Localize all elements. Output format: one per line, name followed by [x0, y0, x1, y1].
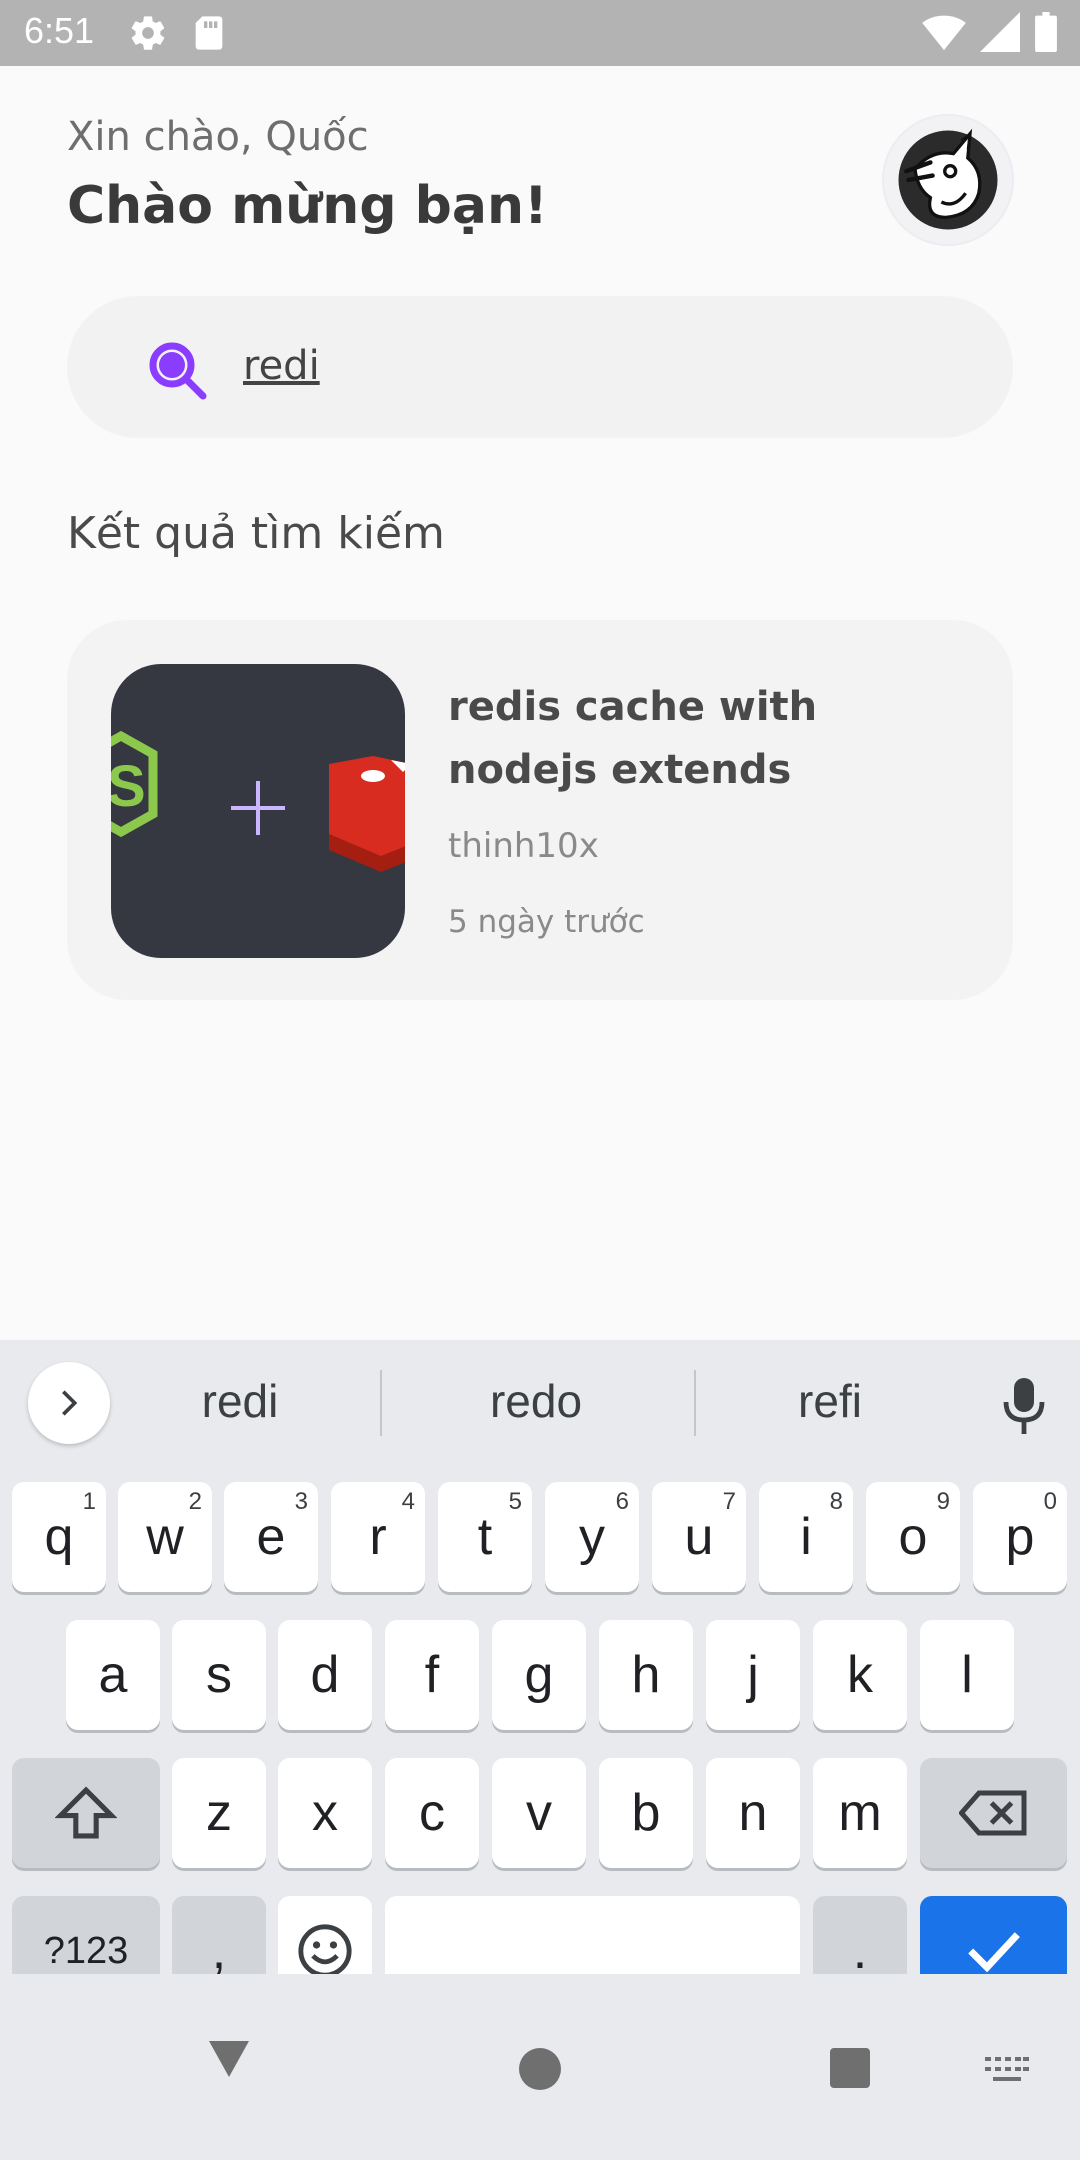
key-t[interactable]: t5 — [438, 1482, 532, 1592]
unicorn-avatar-icon — [898, 128, 998, 230]
microphone-icon[interactable] — [1000, 1376, 1048, 1440]
key-b[interactable]: b — [599, 1758, 693, 1868]
key-hint: 3 — [294, 1488, 308, 1515]
key-r[interactable]: r4 — [331, 1482, 425, 1592]
home-icon[interactable] — [519, 2048, 561, 2090]
battery-icon — [1034, 12, 1058, 56]
key-u[interactable]: u7 — [652, 1482, 746, 1592]
key-label: y — [579, 1508, 605, 1566]
key-hint: 8 — [829, 1488, 843, 1515]
key-n[interactable]: n — [706, 1758, 800, 1868]
recents-icon[interactable] — [830, 2048, 870, 2088]
avatar[interactable] — [882, 114, 1014, 246]
sd-card-icon — [192, 13, 226, 57]
suggestion-bar: redi redo refi — [0, 1340, 1080, 1470]
navigation-bar — [0, 1974, 1080, 2160]
key-label: w — [146, 1508, 184, 1566]
key-o[interactable]: o9 — [866, 1482, 960, 1592]
key-hint: 1 — [82, 1488, 96, 1515]
key-y[interactable]: y6 — [545, 1482, 639, 1592]
key-hint: 9 — [936, 1488, 950, 1515]
key-m[interactable]: m — [813, 1758, 907, 1868]
key-w[interactable]: w2 — [118, 1482, 212, 1592]
key-hint: 0 — [1043, 1488, 1057, 1515]
key-hint: 4 — [401, 1488, 415, 1515]
result-author: thinh10x — [448, 826, 599, 866]
key-hint: 2 — [188, 1488, 202, 1515]
key-hint: 5 — [508, 1488, 522, 1515]
key-h[interactable]: h — [599, 1620, 693, 1730]
key-e[interactable]: e3 — [224, 1482, 318, 1592]
shift-icon — [55, 1786, 117, 1839]
key-label: p — [1005, 1508, 1035, 1566]
back-icon[interactable] — [205, 2036, 253, 2086]
key-k[interactable]: k — [813, 1620, 907, 1730]
result-time: 5 ngày trước — [448, 904, 645, 940]
checkmark-icon — [967, 1932, 1020, 1973]
greeting-text: Xin chào, Quốc — [67, 114, 369, 160]
key-i[interactable]: i8 — [759, 1482, 853, 1592]
redis-logo-icon — [329, 756, 405, 872]
key-label: r — [369, 1508, 387, 1566]
cell-signal-icon — [980, 12, 1020, 56]
key-d[interactable]: d — [278, 1620, 372, 1730]
key-label: q — [44, 1508, 74, 1566]
key-f[interactable]: f — [385, 1620, 479, 1730]
chevron-right-icon — [62, 1390, 78, 1416]
emoji-icon — [298, 1924, 352, 1978]
key-z[interactable]: z — [172, 1758, 266, 1868]
svg-text:S: S — [111, 754, 146, 819]
key-x[interactable]: x — [278, 1758, 372, 1868]
search-result-card[interactable]: S redis cache with nodejs extends thinh1… — [67, 620, 1013, 1000]
key-label: e — [256, 1508, 286, 1566]
key-g[interactable]: g — [492, 1620, 586, 1730]
soft-keyboard: redi redo refi q1 w2 e3 r4 t5 y6 u7 i8 o… — [0, 1340, 1080, 2006]
key-label: u — [684, 1508, 714, 1566]
backspace-icon — [958, 1790, 1026, 1836]
key-label: o — [898, 1508, 928, 1566]
key-hint: 6 — [615, 1488, 629, 1515]
search-bar[interactable] — [67, 296, 1013, 438]
suggestion-1[interactable]: redi — [100, 1374, 380, 1428]
key-l[interactable]: l — [920, 1620, 1014, 1730]
key-j[interactable]: j — [706, 1620, 800, 1730]
results-heading: Kết quả tìm kiếm — [67, 508, 445, 559]
key-label: i — [800, 1508, 812, 1566]
suggestion-3[interactable]: refi — [690, 1374, 970, 1428]
key-s[interactable]: s — [172, 1620, 266, 1730]
wifi-icon — [922, 12, 966, 56]
result-title: redis cache with nodejs extends — [448, 684, 818, 793]
key-hint: 7 — [722, 1488, 736, 1515]
key-p[interactable]: p0 — [973, 1482, 1067, 1592]
page-title: Chào mừng bạn! — [67, 176, 548, 236]
key-q[interactable]: q1 — [12, 1482, 106, 1592]
expand-toolbar-button[interactable] — [28, 1362, 110, 1444]
key-a[interactable]: a — [66, 1620, 160, 1730]
search-icon — [145, 338, 211, 408]
key-label: t — [477, 1508, 493, 1566]
backspace-key[interactable] — [920, 1758, 1067, 1868]
settings-icon — [128, 13, 168, 57]
suggestion-divider — [380, 1370, 382, 1436]
status-bar: 6:51 — [0, 0, 1080, 66]
key-v[interactable]: v — [492, 1758, 586, 1868]
key-c[interactable]: c — [385, 1758, 479, 1868]
result-thumbnail: S — [111, 664, 405, 958]
keyboard-switch-icon[interactable] — [985, 2056, 1029, 2090]
suggestion-2[interactable]: redo — [396, 1374, 676, 1428]
shift-key[interactable] — [12, 1758, 160, 1868]
status-time: 6:51 — [24, 10, 95, 51]
search-input[interactable] — [243, 336, 943, 396]
